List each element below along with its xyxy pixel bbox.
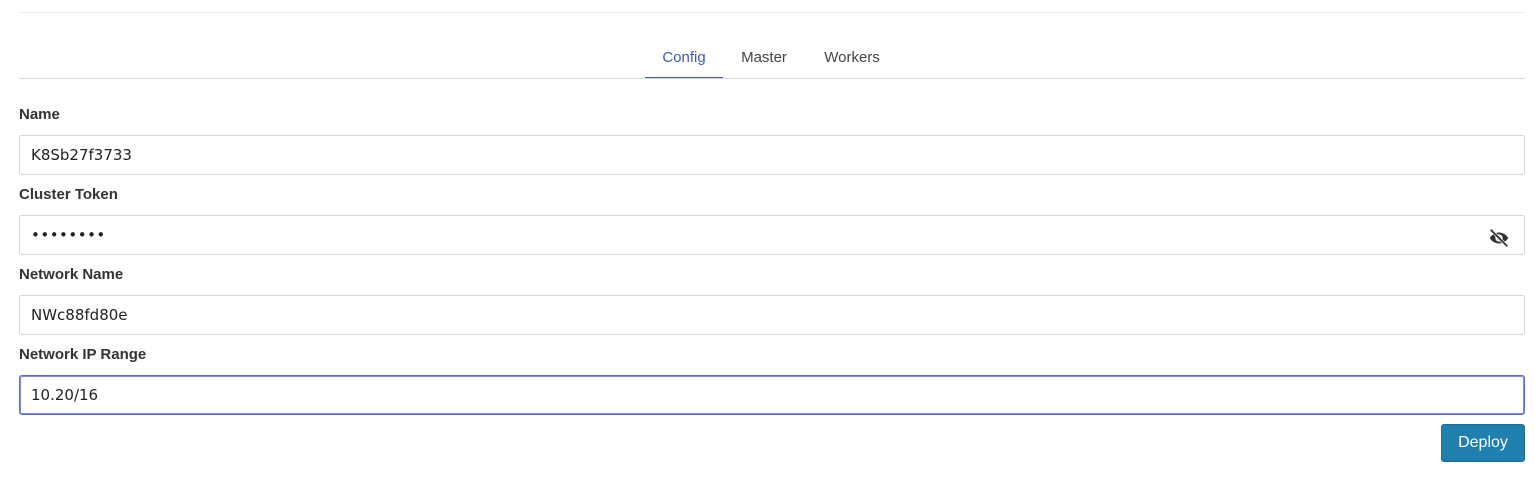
cluster-token-value: •••••••• [31, 226, 106, 244]
network-name-input[interactable]: NWc88fd80e [19, 295, 1525, 335]
tab-bar: Config Master Workers [19, 38, 1525, 79]
eye-off-icon[interactable] [1488, 225, 1510, 248]
name-label: Name [19, 106, 60, 123]
cluster-token-input[interactable]: •••••••• [19, 215, 1525, 255]
tab-master[interactable]: Master [728, 38, 800, 78]
deploy-button[interactable]: Deploy [1441, 424, 1525, 462]
network-ip-range-value: 10.20/16 [31, 386, 99, 404]
cluster-token-label: Cluster Token [19, 186, 118, 203]
network-name-value: NWc88fd80e [31, 306, 128, 324]
network-name-label: Network Name [19, 266, 124, 283]
network-ip-range-label: Network IP Range [19, 346, 147, 363]
name-input[interactable]: K8Sb27f3733 [19, 135, 1525, 175]
tab-config[interactable]: Config [645, 38, 723, 78]
name-input-value: K8Sb27f3733 [31, 146, 132, 164]
tab-workers[interactable]: Workers [810, 38, 894, 78]
top-divider [19, 12, 1525, 13]
network-ip-range-input[interactable]: 10.20/16 [19, 375, 1525, 415]
